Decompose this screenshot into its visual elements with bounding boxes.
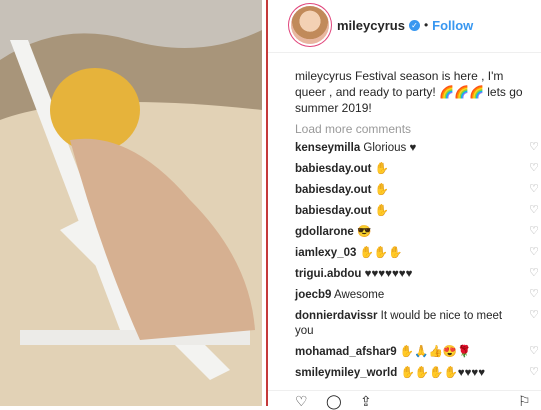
- like-comment-icon[interactable]: ♡: [529, 205, 539, 216]
- separator-dot: •: [423, 18, 429, 32]
- comment-username[interactable]: trigui.abdou: [295, 268, 361, 280]
- like-comment-icon[interactable]: ♡: [529, 310, 539, 321]
- header-divider: [268, 52, 541, 53]
- comment-username[interactable]: babiesday.out: [295, 184, 371, 196]
- post-image[interactable]: [0, 0, 262, 406]
- like-icon[interactable]: ♡: [295, 393, 308, 410]
- comment-username[interactable]: smileymiley_world: [295, 367, 397, 379]
- comment-username[interactable]: babiesday.out: [295, 163, 371, 175]
- comment-item: joecb9 Awesome ♡: [295, 288, 541, 303]
- comment-item: gdollarone 😎 ♡: [295, 225, 541, 240]
- like-comment-icon[interactable]: ♡: [529, 142, 539, 153]
- comment-item: mohamad_afshar9 ✋🙏👍😍🌹 ♡: [295, 345, 541, 360]
- comment-item: kenseymilla Glorious ♥ ♡: [295, 141, 541, 156]
- comment-text: ✋✋✋: [359, 247, 403, 259]
- like-comment-icon[interactable]: ♡: [529, 289, 539, 300]
- post-header: mileycyrus ✓ • Follow: [268, 0, 541, 50]
- comment-item: trigui.abdou ♥♥♥♥♥♥♥ ♡: [295, 267, 541, 282]
- share-icon[interactable]: ⇪: [360, 393, 372, 410]
- like-comment-icon[interactable]: ♡: [529, 346, 539, 357]
- beach-chair-photo: [0, 0, 262, 406]
- comment-username[interactable]: joecb9: [295, 289, 331, 301]
- comment-item: iamlexy_03 ✋✋✋ ♡: [295, 246, 541, 261]
- like-comment-icon[interactable]: ♡: [529, 268, 539, 279]
- comment-item: babiesday.out ✋ ♡: [295, 162, 541, 177]
- comment-item: donnierdavissr It would be nice to meet …: [295, 309, 541, 339]
- comment-text: ♥♥♥♥♥♥♥: [364, 268, 413, 280]
- username[interactable]: mileycyrus: [337, 18, 405, 33]
- post-sidebar: mileycyrus ✓ • Follow mileycyrus Festiva…: [268, 0, 541, 410]
- comment-text: ✋🙏👍😍🌹: [399, 346, 472, 358]
- follow-button[interactable]: Follow: [432, 18, 473, 33]
- comment-username[interactable]: donnierdavissr: [295, 310, 377, 322]
- like-comment-icon[interactable]: ♡: [529, 184, 539, 195]
- comment-username[interactable]: mohamad_afshar9: [295, 346, 397, 358]
- action-bar: ♡ ◯ ⇪ ⚐: [268, 390, 541, 410]
- like-comment-icon[interactable]: ♡: [529, 367, 539, 378]
- comments-list: kenseymilla Glorious ♥ ♡ babiesday.out ✋…: [295, 141, 541, 387]
- caption: mileycyrus Festival season is here , I'm…: [295, 68, 527, 116]
- comment-text: ✋: [374, 184, 389, 196]
- save-icon[interactable]: ⚐: [518, 393, 531, 410]
- comment-item: smileymiley_world ✋✋✋✋♥♥♥♥ ♡: [295, 366, 541, 381]
- comment-username[interactable]: iamlexy_03: [295, 247, 356, 259]
- caption-username[interactable]: mileycyrus: [295, 69, 352, 83]
- comment-username[interactable]: babiesday.out: [295, 205, 371, 217]
- comment-username[interactable]: gdollarone: [295, 226, 354, 238]
- like-comment-icon[interactable]: ♡: [529, 247, 539, 258]
- avatar[interactable]: [291, 6, 329, 44]
- comment-text: ✋: [374, 205, 389, 217]
- load-more-comments[interactable]: Load more comments: [295, 122, 411, 136]
- comment-text: ✋✋✋✋♥♥♥♥: [400, 367, 486, 379]
- comment-username[interactable]: kenseymilla: [295, 142, 360, 154]
- comment-text: Awesome: [334, 289, 385, 301]
- comment-text: 😎: [356, 226, 372, 238]
- comment-item: babiesday.out ✋ ♡: [295, 183, 541, 198]
- like-comment-icon[interactable]: ♡: [529, 226, 539, 237]
- verified-icon: ✓: [408, 19, 420, 31]
- like-comment-icon[interactable]: ♡: [529, 163, 539, 174]
- comment-icon[interactable]: ◯: [326, 393, 342, 410]
- comment-text: ✋: [374, 163, 389, 175]
- comment-item: babiesday.out ✋ ♡: [295, 204, 541, 219]
- comment-text: Glorious ♥: [363, 142, 417, 154]
